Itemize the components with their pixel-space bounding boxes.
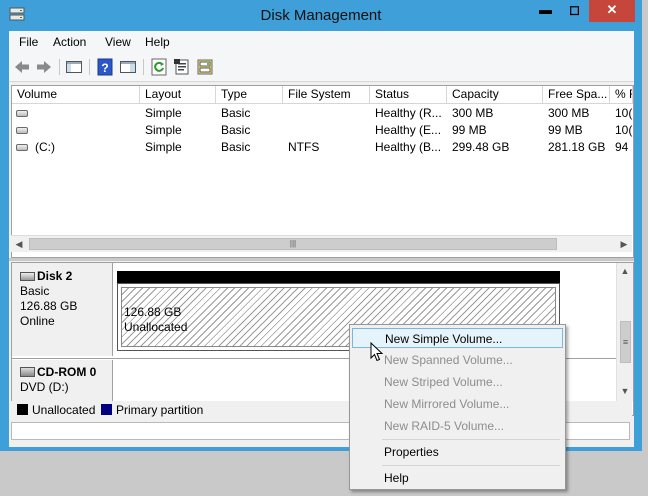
disk-2-label[interactable]: Disk 2 Basic 126.88 GB Online [12, 263, 113, 356]
cell-type: Basic [221, 106, 251, 120]
help-icon[interactable]: ? [96, 58, 114, 76]
cell-status: Healthy (R... [375, 106, 442, 120]
partition-text: 126.88 GB Unallocated [124, 305, 187, 335]
svg-text:?: ? [101, 61, 108, 75]
disk-icon [20, 272, 35, 281]
column-header-type[interactable]: Type [216, 86, 283, 103]
cell-free-space: 300 MB [548, 106, 590, 120]
volume-list: Volume Layout Type File System Status Ca… [11, 85, 634, 258]
scroll-down-arrow-icon[interactable]: ▼ [617, 383, 633, 399]
cell-capacity: 300 MB [452, 106, 494, 120]
toolbar-separator [143, 59, 144, 75]
table-row[interactable]: Simple Basic Healthy (E... 99 MB 99 MB 1… [12, 122, 633, 139]
close-button[interactable]: ✕ [589, 0, 635, 22]
cell-volume [30, 105, 140, 122]
cell-file-system [283, 105, 370, 122]
table-row[interactable]: (C:) Simple Basic NTFS Healthy (B... 299… [12, 139, 633, 156]
disk-type: Basic [20, 284, 50, 298]
scroll-up-arrow-icon[interactable]: ▲ [617, 263, 633, 279]
scroll-left-arrow-icon[interactable]: ◀ [11, 236, 27, 252]
toolbar: ? [9, 53, 634, 82]
cell-layout: Simple [145, 140, 182, 154]
cell-capacity: 99 MB [452, 123, 487, 137]
table-row[interactable]: Simple Basic Healthy (R... 300 MB 300 MB… [12, 105, 633, 122]
toolbar-separator [59, 59, 60, 75]
menu-separator [382, 439, 560, 440]
cell-capacity: 299.48 GB [452, 140, 510, 154]
partition-header-bar [117, 271, 560, 283]
menu-item-properties[interactable]: Properties [352, 442, 563, 462]
forward-arrow-icon[interactable] [35, 58, 53, 76]
cell-layout: Simple [145, 123, 182, 137]
maximize-button[interactable]: ◻ [561, 0, 588, 22]
menu-view[interactable]: View [105, 35, 131, 49]
column-header-capacity[interactable]: Capacity [447, 86, 543, 103]
column-header-file-system[interactable]: File System [283, 86, 370, 103]
legend-unallocated: Unallocated [32, 403, 96, 417]
drive-icon [16, 110, 28, 117]
unallocated-swatch-icon [17, 404, 28, 415]
cell-percent-free: 10( [615, 106, 633, 120]
volume-list-horizontal-scrollbar[interactable]: ◀ ||| ▶ [11, 235, 632, 252]
menu-item-new-mirrored-volume[interactable]: New Mirrored Volume... [352, 394, 563, 414]
minimize-button[interactable]: ▬ [532, 0, 559, 22]
menu-bar: File Action View Help [9, 31, 634, 53]
cell-free-space: 281.18 GB [548, 140, 606, 154]
pane-splitter[interactable] [9, 258, 634, 261]
drive-icon [16, 144, 28, 151]
back-arrow-icon[interactable] [13, 58, 31, 76]
cell-type: Basic [221, 140, 251, 154]
cell-free-space: 99 MB [548, 123, 583, 137]
partition-size: 126.88 GB [124, 305, 182, 319]
console-tree-icon[interactable] [65, 58, 83, 76]
scroll-right-arrow-icon[interactable]: ▶ [616, 236, 632, 252]
column-header-status[interactable]: Status [370, 86, 447, 103]
column-header-percent-free[interactable]: % F [610, 86, 633, 103]
cell-status: Healthy (E... [375, 123, 442, 137]
disk-name: Disk 2 [37, 269, 73, 283]
properties-icon[interactable] [173, 58, 191, 76]
show-pane-icon[interactable] [119, 58, 137, 76]
column-header-volume[interactable]: Volume [12, 86, 140, 103]
menu-help[interactable]: Help [145, 35, 170, 49]
cell-volume: (C:) [35, 140, 55, 154]
menu-item-new-striped-volume[interactable]: New Striped Volume... [352, 372, 563, 392]
volume-list-header: Volume Layout Type File System Status Ca… [12, 86, 633, 104]
cell-volume [30, 122, 140, 139]
disk-state: Online [20, 314, 55, 328]
column-header-free-space[interactable]: Free Spa... [543, 86, 610, 103]
rescan-icon[interactable] [196, 58, 214, 76]
cell-type: Basic [221, 123, 251, 137]
mouse-cursor-icon [370, 342, 384, 362]
refresh-icon[interactable] [150, 58, 168, 76]
cdrom-name: CD-ROM 0 [37, 365, 97, 379]
menu-file[interactable]: File [19, 35, 38, 49]
cd-rom-icon [20, 367, 35, 377]
column-header-layout[interactable]: Layout [140, 86, 216, 103]
drive-icon [16, 127, 28, 134]
menu-item-new-raid5-volume[interactable]: New RAID-5 Volume... [352, 416, 563, 436]
title-bar[interactable]: Disk Management ▬ ◻ ✕ [0, 0, 642, 31]
disk-view-vertical-scrollbar[interactable]: ▲ ≡ ▼ [616, 263, 633, 401]
cell-percent-free: 94 [615, 140, 629, 154]
legend-primary-partition: Primary partition [116, 403, 204, 417]
primary-partition-swatch-icon [101, 404, 112, 415]
menu-item-help[interactable]: Help [352, 468, 563, 488]
menu-action[interactable]: Action [53, 35, 86, 49]
toolbar-separator [89, 59, 90, 75]
cell-status: Healthy (B... [375, 140, 442, 154]
cell-percent-free: 10( [615, 123, 633, 137]
disk-size: 126.88 GB [20, 299, 78, 313]
cell-layout: Simple [145, 106, 182, 120]
vertical-scroll-thumb[interactable]: ≡ [620, 321, 631, 363]
menu-separator [382, 465, 560, 466]
cell-file-system: NTFS [288, 140, 320, 154]
horizontal-scroll-thumb[interactable]: ||| [29, 238, 557, 250]
cell-file-system [283, 122, 370, 139]
cdrom-type: DVD (D:) [20, 380, 69, 394]
partition-label: Unallocated [124, 320, 188, 334]
